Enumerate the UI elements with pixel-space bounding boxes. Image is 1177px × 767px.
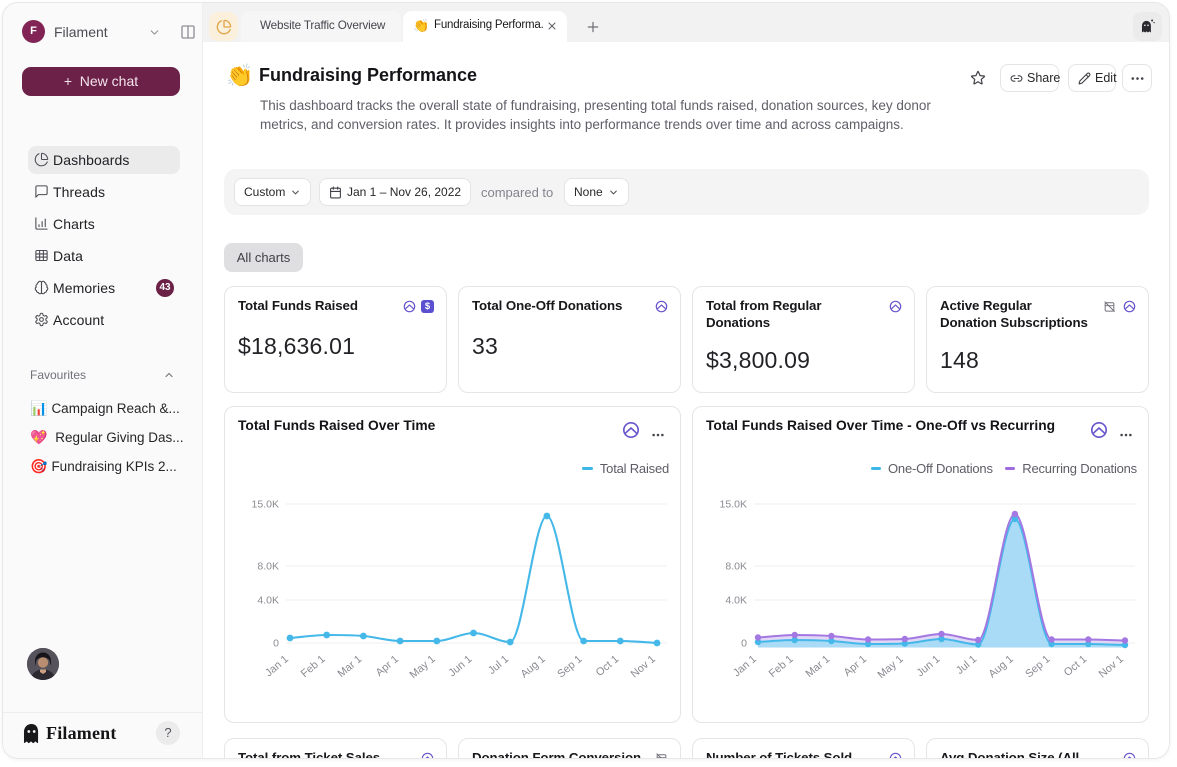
svg-text:15.0K: 15.0K [720,499,747,511]
svg-text:0: 0 [741,638,747,650]
svg-text:Mar 1: Mar 1 [803,653,832,680]
svg-text:Apr 1: Apr 1 [374,653,401,679]
svg-text:Oct 1: Oct 1 [594,653,621,679]
svg-text:Jul 1: Jul 1 [486,653,511,677]
svg-text:15.0K: 15.0K [252,499,279,511]
svg-text:8.0K: 8.0K [257,561,279,573]
svg-text:Sep 1: Sep 1 [1023,653,1052,680]
svg-text:4.0K: 4.0K [257,595,279,607]
svg-text:Jan 1: Jan 1 [263,653,291,679]
svg-text:0: 0 [273,638,279,650]
svg-text:Aug 1: Aug 1 [986,653,1015,680]
svg-text:Jun 1: Jun 1 [914,653,942,679]
svg-text:Feb 1: Feb 1 [767,653,796,680]
svg-text:Sep 1: Sep 1 [555,653,584,680]
svg-text:Nov 1: Nov 1 [629,653,658,680]
svg-text:Oct 1: Oct 1 [1062,653,1089,679]
svg-text:8.0K: 8.0K [725,561,747,573]
svg-text:Jan 1: Jan 1 [731,653,759,679]
svg-text:Jul 1: Jul 1 [954,653,979,677]
svg-text:May 1: May 1 [875,653,905,681]
svg-text:Aug 1: Aug 1 [518,653,547,680]
svg-text:Feb 1: Feb 1 [299,653,328,680]
svg-text:May 1: May 1 [407,653,437,681]
svg-text:Apr 1: Apr 1 [842,653,869,679]
svg-text:Mar 1: Mar 1 [335,653,364,680]
svg-text:Nov 1: Nov 1 [1097,653,1126,680]
svg-text:Jun 1: Jun 1 [446,653,474,679]
svg-text:4.0K: 4.0K [725,595,747,607]
